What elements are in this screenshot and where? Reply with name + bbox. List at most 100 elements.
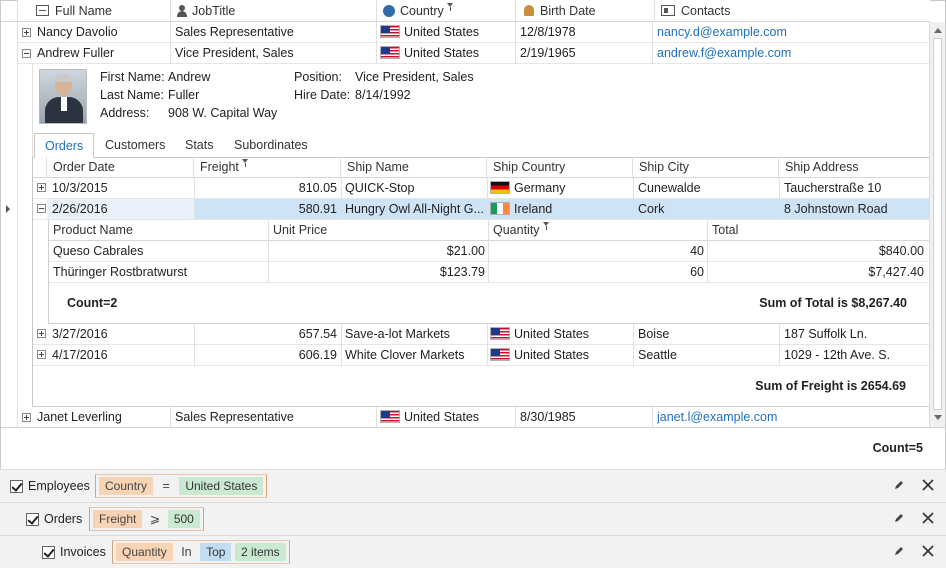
contact-card-icon: [661, 5, 675, 16]
column-header-label: JobTitle: [192, 4, 236, 18]
us-flag-icon: [380, 410, 400, 423]
close-icon[interactable]: [922, 479, 934, 491]
table-row[interactable]: 4/17/2016 606.19 White Clover Markets Un…: [33, 345, 929, 366]
order-ship-address: 1029 - 12th Ave. S.: [784, 348, 891, 362]
filter-expression[interactable]: Freight ⩾ 500: [89, 507, 204, 531]
column-header-full-name[interactable]: Full Name: [18, 0, 171, 22]
filter-operator[interactable]: ⩾: [150, 512, 160, 526]
order-freight: 580.91: [298, 202, 337, 216]
column-header-unit-price[interactable]: Unit Price: [269, 220, 489, 241]
employee-birth: 12/8/1978: [520, 25, 576, 39]
close-icon[interactable]: [922, 512, 934, 524]
filter-icon[interactable]: [446, 3, 454, 11]
filter-field[interactable]: Country: [99, 477, 154, 495]
filter-value[interactable]: 2 items: [234, 543, 286, 561]
vertical-scrollbar[interactable]: [929, 22, 945, 427]
bell-icon: [524, 5, 534, 16]
expand-row-icon[interactable]: [22, 28, 31, 37]
column-header-birth-date[interactable]: Birth Date: [516, 0, 655, 22]
edit-pencil-icon[interactable]: [893, 512, 905, 524]
employee-country-label: United States: [404, 25, 480, 39]
filter-operator[interactable]: =: [163, 479, 170, 493]
expand-row-icon[interactable]: [22, 413, 31, 422]
table-row[interactable]: Janet Leverling Sales Representative Uni…: [18, 407, 930, 428]
column-header-contacts[interactable]: Contacts: [655, 0, 930, 22]
scroll-thumb[interactable]: [933, 38, 942, 410]
collapse-row-icon[interactable]: [22, 49, 31, 58]
order-ship-city: Cunewalde: [638, 181, 701, 195]
hire-date-label: Hire Date:: [294, 88, 351, 102]
filter-enabled-checkbox[interactable]: [26, 513, 39, 526]
table-row[interactable]: Thüringer Rostbratwurst $123.79 60 $7,42…: [49, 262, 929, 283]
table-row[interactable]: Nancy Davolio Sales Representative Unite…: [18, 22, 930, 43]
table-row[interactable]: Queso Cabrales $21.00 40 $840.00: [49, 241, 929, 262]
column-header-label: Full Name: [55, 4, 112, 18]
order-ship-name: Save-a-lot Markets: [345, 327, 450, 341]
tab-orders[interactable]: Orders: [34, 133, 95, 158]
column-header-order-date[interactable]: Order Date: [47, 157, 194, 178]
collapse-row-icon[interactable]: [37, 204, 46, 213]
hire-date-value: 8/14/1992: [355, 88, 411, 102]
invoice-total: $840.00: [878, 244, 924, 258]
expand-row-icon[interactable]: [37, 350, 46, 359]
employee-email[interactable]: nancy.d@example.com: [657, 22, 927, 43]
column-header-ship-city[interactable]: Ship City: [633, 157, 779, 178]
filter-field[interactable]: Quantity: [116, 543, 173, 561]
tab-customers[interactable]: Customers: [95, 133, 175, 157]
avatar: [39, 69, 87, 124]
us-flag-icon: [490, 348, 510, 361]
employee-title: Sales Representative: [175, 25, 294, 39]
column-header-ship-name[interactable]: Ship Name: [341, 157, 487, 178]
column-header-total[interactable]: Total: [708, 220, 929, 241]
column-header-freight[interactable]: Freight: [194, 157, 341, 178]
filter-enabled-checkbox[interactable]: [10, 480, 23, 493]
column-header-ship-address[interactable]: Ship Address: [779, 157, 929, 178]
table-row[interactable]: 10/3/2015 810.05 QUICK-Stop Germany Cune…: [33, 178, 929, 199]
tab-subordinates[interactable]: Subordinates: [224, 133, 318, 157]
table-row[interactable]: 3/27/2016 657.54 Save-a-lot Markets Unit…: [33, 324, 929, 345]
invoices-header: Product Name Unit Price Quantity Total: [49, 220, 929, 241]
order-date: 2/26/2016: [52, 202, 108, 216]
order-ship-country: United States: [490, 324, 630, 345]
filter-value[interactable]: United States: [179, 477, 264, 495]
filter-value[interactable]: 500: [167, 510, 200, 528]
edit-pencil-icon[interactable]: [893, 545, 905, 557]
invoice-count-summary: Count=2: [67, 296, 118, 310]
order-ship-country-label: United States: [514, 327, 590, 341]
invoice-quantity: 60: [690, 265, 704, 279]
invoice-total: $7,427.40: [868, 265, 924, 279]
filter-expression[interactable]: Country = United States: [95, 474, 268, 498]
filter-enabled-checkbox[interactable]: [42, 546, 55, 559]
filter-value[interactable]: Top: [200, 543, 232, 561]
scroll-down-icon[interactable]: [934, 415, 942, 420]
column-header-product-name[interactable]: Product Name: [49, 220, 269, 241]
order-ship-country: United States: [490, 345, 630, 366]
employee-email[interactable]: janet.l@example.com: [657, 407, 927, 428]
column-header-ship-country[interactable]: Ship Country: [487, 157, 633, 178]
filter-expression[interactable]: Quantity In Top 2 items: [112, 540, 290, 564]
expand-row-icon[interactable]: [37, 183, 46, 192]
tab-stats[interactable]: Stats: [175, 133, 224, 157]
scroll-up-icon[interactable]: [934, 28, 942, 33]
edit-pencil-icon[interactable]: [893, 479, 905, 491]
column-header-job-title[interactable]: JobTitle: [171, 0, 377, 22]
employee-country: United States: [380, 407, 514, 428]
table-row[interactable]: Andrew Fuller Vice President, Sales Unit…: [18, 43, 930, 64]
germany-flag-icon: [490, 181, 510, 194]
table-row-selected[interactable]: 2/26/2016 580.91 Hungry Owl All-Night G.…: [33, 199, 929, 220]
employee-country: United States: [380, 22, 514, 43]
column-header-country[interactable]: Country: [377, 0, 516, 22]
close-icon[interactable]: [922, 545, 934, 557]
filter-icon[interactable]: [542, 222, 550, 230]
filter-label: Invoices: [60, 545, 106, 559]
column-header-quantity[interactable]: Quantity: [489, 220, 708, 241]
order-date: 10/3/2015: [52, 181, 108, 195]
invoice-total-summary: Sum of Total is $8,267.40: [759, 296, 907, 310]
employee-email[interactable]: andrew.f@example.com: [657, 43, 927, 64]
filter-operator[interactable]: In: [181, 545, 191, 559]
address-value: 908 W. Capital Way: [168, 106, 278, 120]
filter-field[interactable]: Freight: [93, 510, 143, 528]
filter-icon[interactable]: [241, 159, 249, 167]
expand-row-icon[interactable]: [37, 329, 46, 338]
employee-title: Sales Representative: [175, 410, 294, 424]
